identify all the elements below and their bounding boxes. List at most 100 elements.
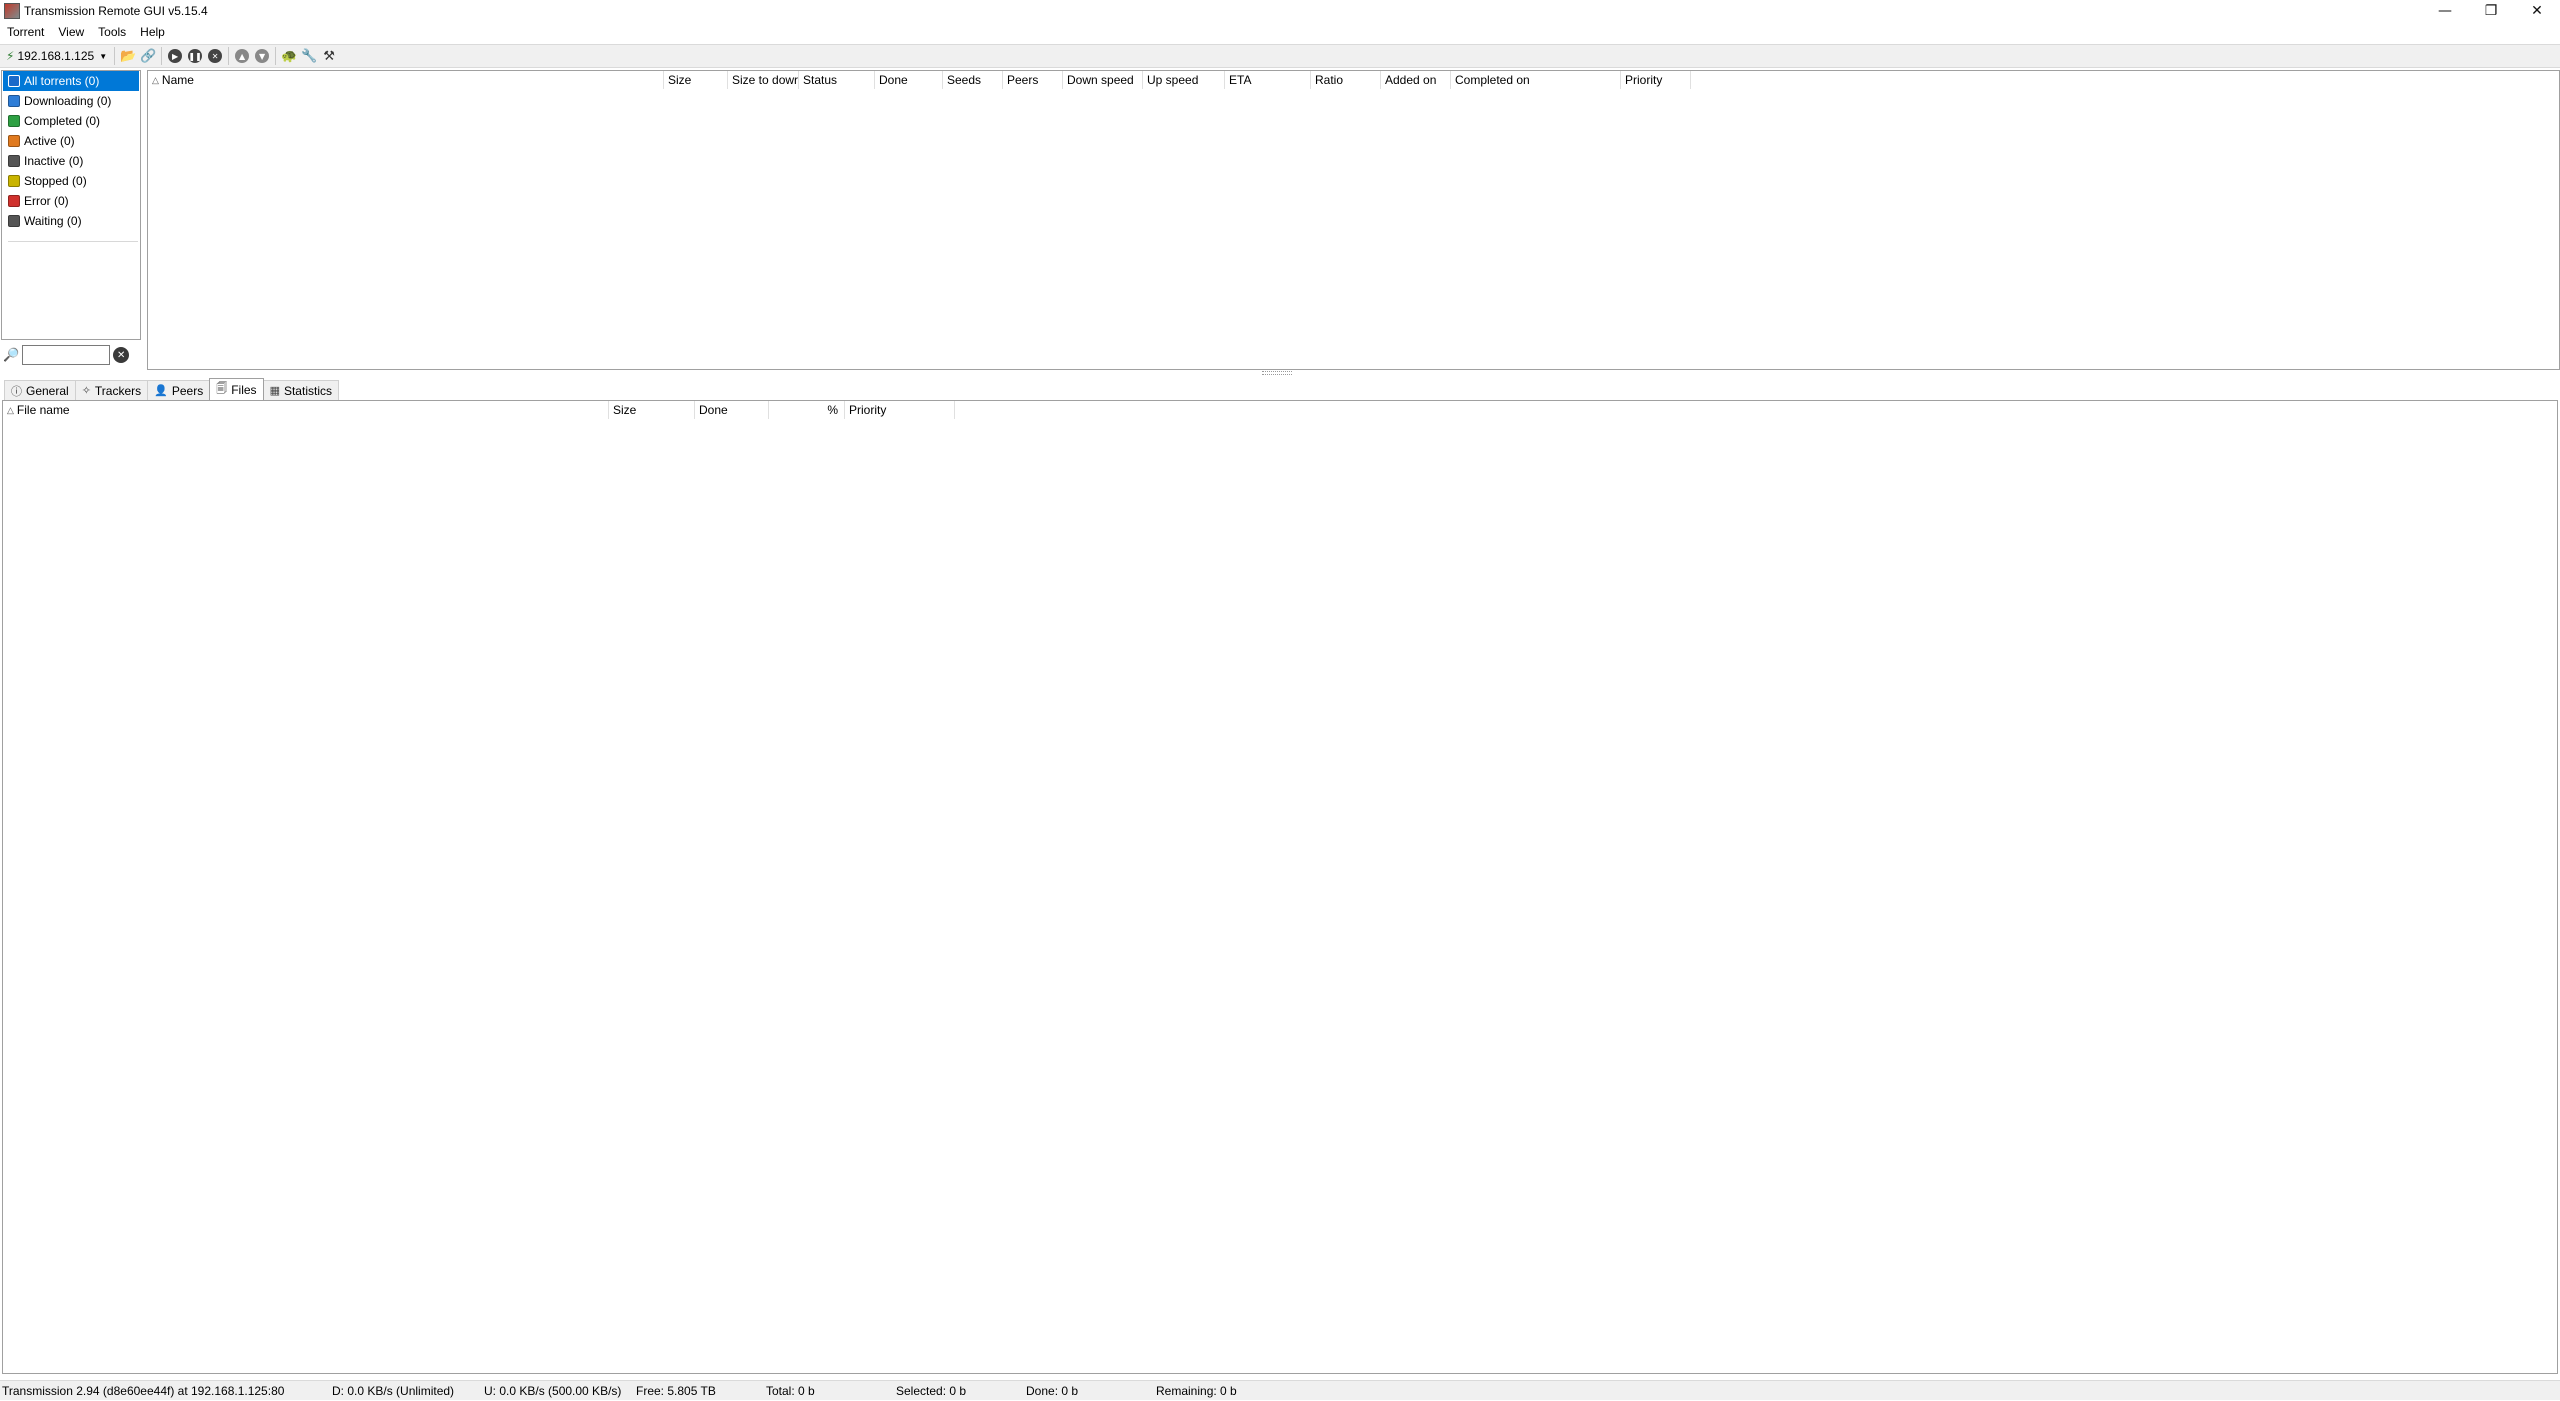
pause-icon: ❚❚ <box>188 49 203 63</box>
column-header-seeds[interactable]: Seeds <box>943 71 1003 89</box>
tab-files[interactable]: 🗐 Files <box>209 378 264 400</box>
filter-all-torrents[interactable]: All torrents (0) <box>3 71 139 91</box>
column-header-up-speed[interactable]: Up speed <box>1143 71 1225 89</box>
filter-error[interactable]: Error (0) <box>3 191 139 211</box>
stop-icon: ✕ <box>208 49 223 63</box>
up-icon: ▲ <box>235 49 250 63</box>
info-icon: ⓘ <box>11 384 22 398</box>
minimize-button[interactable]: — <box>2422 0 2468 22</box>
completed-icon <box>8 115 20 127</box>
column-header-file-done[interactable]: Done <box>695 401 769 419</box>
column-header-status[interactable]: Status <box>799 71 875 89</box>
restore-button[interactable]: ❐ <box>2468 0 2514 22</box>
menu-tools[interactable]: Tools <box>91 25 133 39</box>
filter-sidebar: All torrents (0) Downloading (0) Complet… <box>1 70 141 340</box>
status-remaining: Remaining: 0 b <box>1156 1383 1237 1398</box>
column-header-name[interactable]: △ Name <box>148 71 664 89</box>
filter-stopped[interactable]: Stopped (0) <box>3 171 139 191</box>
clear-search-icon[interactable]: ✕ <box>113 347 130 363</box>
column-header-file-percent[interactable]: % <box>769 401 845 419</box>
menu-bar: Torrent View Tools Help <box>0 22 2560 42</box>
statistics-icon: ▦ <box>269 384 280 397</box>
connection-dropdown[interactable]: ⚡ 192.168.1.125 ▼ <box>0 49 111 63</box>
status-download-speed[interactable]: D: 0.0 KB/s (Unlimited) <box>330 1381 482 1401</box>
move-down-button[interactable]: ▼ <box>252 46 272 66</box>
play-icon: ▶ <box>168 49 183 63</box>
status-total: Total: 0 b <box>766 1383 815 1398</box>
stopped-icon <box>8 175 20 187</box>
search-row: 🔎 ✕ <box>0 344 142 366</box>
host-label: 192.168.1.125 <box>17 49 95 63</box>
torrent-options-button[interactable]: 🔧 <box>299 46 319 66</box>
waiting-icon <box>8 215 20 227</box>
folder-open-icon: 📂 <box>120 48 137 64</box>
wrench-icon: 🔧 <box>301 48 318 64</box>
turtle-icon: 🐢 <box>281 48 298 64</box>
tab-general[interactable]: ⓘ General <box>4 380 76 400</box>
column-header-down-speed[interactable]: Down speed <box>1063 71 1143 89</box>
filter-completed[interactable]: Completed (0) <box>3 111 139 131</box>
chevron-down-icon: ▼ <box>99 51 108 61</box>
tools-icon: ⚒ <box>323 48 335 64</box>
search-icon: 🔎 <box>3 347 20 363</box>
close-button[interactable]: ✕ <box>2514 0 2560 22</box>
add-link-button[interactable]: 🔗 <box>138 46 158 66</box>
pause-all-button[interactable]: ❚❚ <box>185 46 205 66</box>
column-header-ratio[interactable]: Ratio <box>1311 71 1381 89</box>
down-icon: ▼ <box>255 49 270 63</box>
filter-label: Downloading (0) <box>24 94 112 108</box>
filter-label: Stopped (0) <box>24 174 87 188</box>
filter-label: Waiting (0) <box>24 214 82 228</box>
column-header-file-name[interactable]: △ File name <box>3 401 609 419</box>
column-header-eta[interactable]: ETA <box>1225 71 1311 89</box>
tab-trackers[interactable]: ✧ Trackers <box>74 380 149 400</box>
window-title: Transmission Remote GUI v5.15.4 <box>24 4 208 18</box>
add-torrent-button[interactable]: 📂 <box>118 46 138 66</box>
filter-waiting[interactable]: Waiting (0) <box>3 211 139 231</box>
tracker-icon: ✧ <box>81 384 91 397</box>
column-header-file-size[interactable]: Size <box>609 401 695 419</box>
status-upload-speed[interactable]: U: 0.0 KB/s (500.00 KB/s) <box>482 1381 634 1401</box>
status-free-space: Free: 5.805 TB <box>636 1383 716 1398</box>
panel-splitter[interactable] <box>1262 371 1292 375</box>
detail-tabs: ⓘ General ✧ Trackers 👤 Peers 🗐 Files ▦ Statis… <box>4 378 339 400</box>
files-list-header: △ File name Size Done % Priority <box>3 401 955 419</box>
app-icon <box>4 3 20 19</box>
menu-torrent[interactable]: Torrent <box>0 25 51 39</box>
filter-label: Inactive (0) <box>24 154 84 168</box>
start-all-button[interactable]: ▶ <box>165 46 185 66</box>
tab-statistics[interactable]: ▦ Statistics <box>262 380 339 400</box>
filter-label: Completed (0) <box>24 114 101 128</box>
sidebar-divider <box>8 241 138 242</box>
tab-peers[interactable]: 👤 Peers <box>147 380 211 400</box>
toolbar-separator <box>161 47 163 65</box>
search-input[interactable] <box>22 345 111 365</box>
menu-help[interactable]: Help <box>133 25 172 39</box>
column-header-size[interactable]: Size <box>664 71 728 89</box>
settings-button[interactable]: ⚒ <box>319 46 339 66</box>
column-header-size-to-download[interactable]: Size to dowr <box>728 71 799 89</box>
filter-active[interactable]: Active (0) <box>3 131 139 151</box>
turtle-mode-button[interactable]: 🐢 <box>279 46 299 66</box>
filter-inactive[interactable]: Inactive (0) <box>3 151 139 171</box>
connect-icon: ⚡ <box>6 49 15 63</box>
title-bar: Transmission Remote GUI v5.15.4 — ❐ ✕ <box>0 0 2560 22</box>
torrent-list[interactable]: △ Name Size Size to dowr Status Done Seed… <box>147 70 2560 370</box>
files-panel[interactable]: △ File name Size Done % Priority <box>2 400 2558 1374</box>
error-icon <box>8 195 20 207</box>
person-icon: 👤 <box>154 384 168 397</box>
remove-button[interactable]: ✕ <box>205 46 225 66</box>
column-header-priority[interactable]: Priority <box>1621 71 1691 89</box>
column-header-done[interactable]: Done <box>875 71 943 89</box>
column-header-added-on[interactable]: Added on <box>1381 71 1451 89</box>
move-up-button[interactable]: ▲ <box>232 46 252 66</box>
inactive-icon <box>8 155 20 167</box>
menu-view[interactable]: View <box>51 25 91 39</box>
filter-label: Active (0) <box>24 134 75 148</box>
column-header-completed-on[interactable]: Completed on <box>1451 71 1621 89</box>
filter-downloading[interactable]: Downloading (0) <box>3 91 139 111</box>
column-header-peers[interactable]: Peers <box>1003 71 1063 89</box>
sort-ascending-icon: △ <box>152 74 159 85</box>
torrent-list-header: △ Name Size Size to dowr Status Done Seed… <box>148 71 1691 89</box>
column-header-file-priority[interactable]: Priority <box>845 401 955 419</box>
